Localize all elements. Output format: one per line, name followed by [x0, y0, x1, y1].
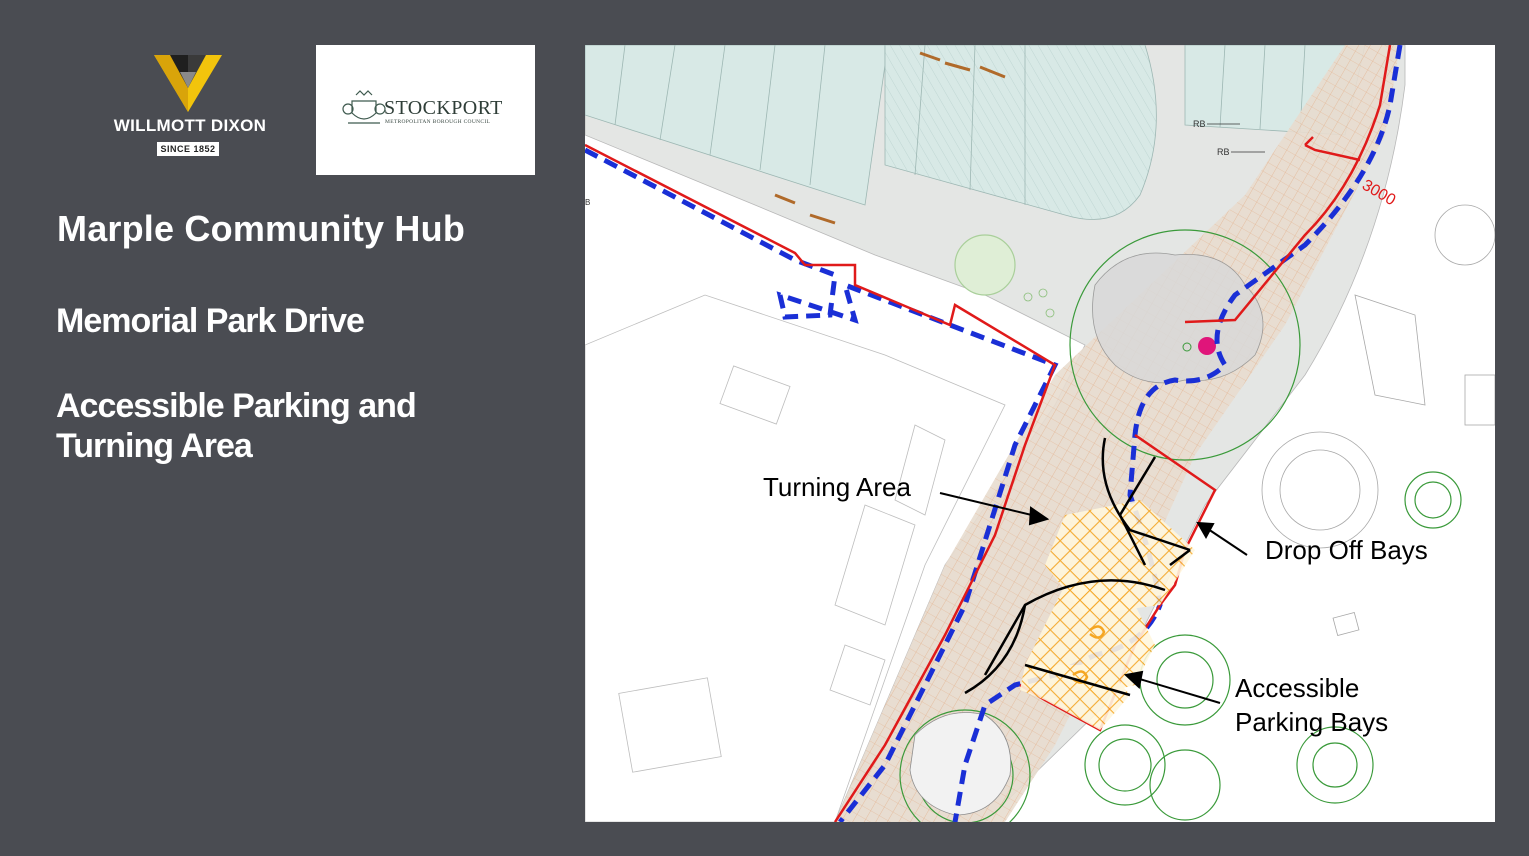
stockport-logo: STOCKPORT METROPOLITAN BOROUGH COUNCIL — [316, 45, 535, 175]
site-plan: RB RB 3000 B Turning Area Drop Off Bays … — [585, 45, 1495, 822]
stockport-subtitle: METROPOLITAN BOROUGH COUNCIL — [385, 119, 491, 125]
willmott-dixon-wordmark: WILLMOTT DIXON — [113, 116, 267, 135]
turning-area-label: Turning Area — [763, 472, 911, 502]
marker-dot — [1198, 337, 1216, 355]
willmott-dixon-emblem-icon — [154, 55, 222, 112]
edge-letter: B — [585, 198, 590, 207]
willmott-dixon-logo: WILLMOTT DIXON SINCE 1852 — [100, 50, 280, 160]
willmott-dixon-since-badge: SINCE 1852 — [157, 142, 219, 156]
drop-off-bays-label: Drop Off Bays — [1265, 535, 1428, 565]
site-plan-drawing: RB RB 3000 B Turning Area Drop Off Bays … — [585, 45, 1495, 822]
accessible-parking-label-line2: Parking Bays — [1235, 707, 1388, 737]
accessible-parking-label-line1: Accessible — [1235, 673, 1359, 703]
stockport-wordmark: STOCKPORT — [384, 97, 503, 119]
page-description: Accessible Parking and Turning Area — [56, 387, 417, 465]
rb-label-2: RB — [1217, 147, 1230, 157]
page-title: Marple Community Hub — [57, 208, 466, 249]
page-subtitle: Memorial Park Drive — [56, 302, 365, 340]
rb-label-1: RB — [1193, 119, 1206, 129]
